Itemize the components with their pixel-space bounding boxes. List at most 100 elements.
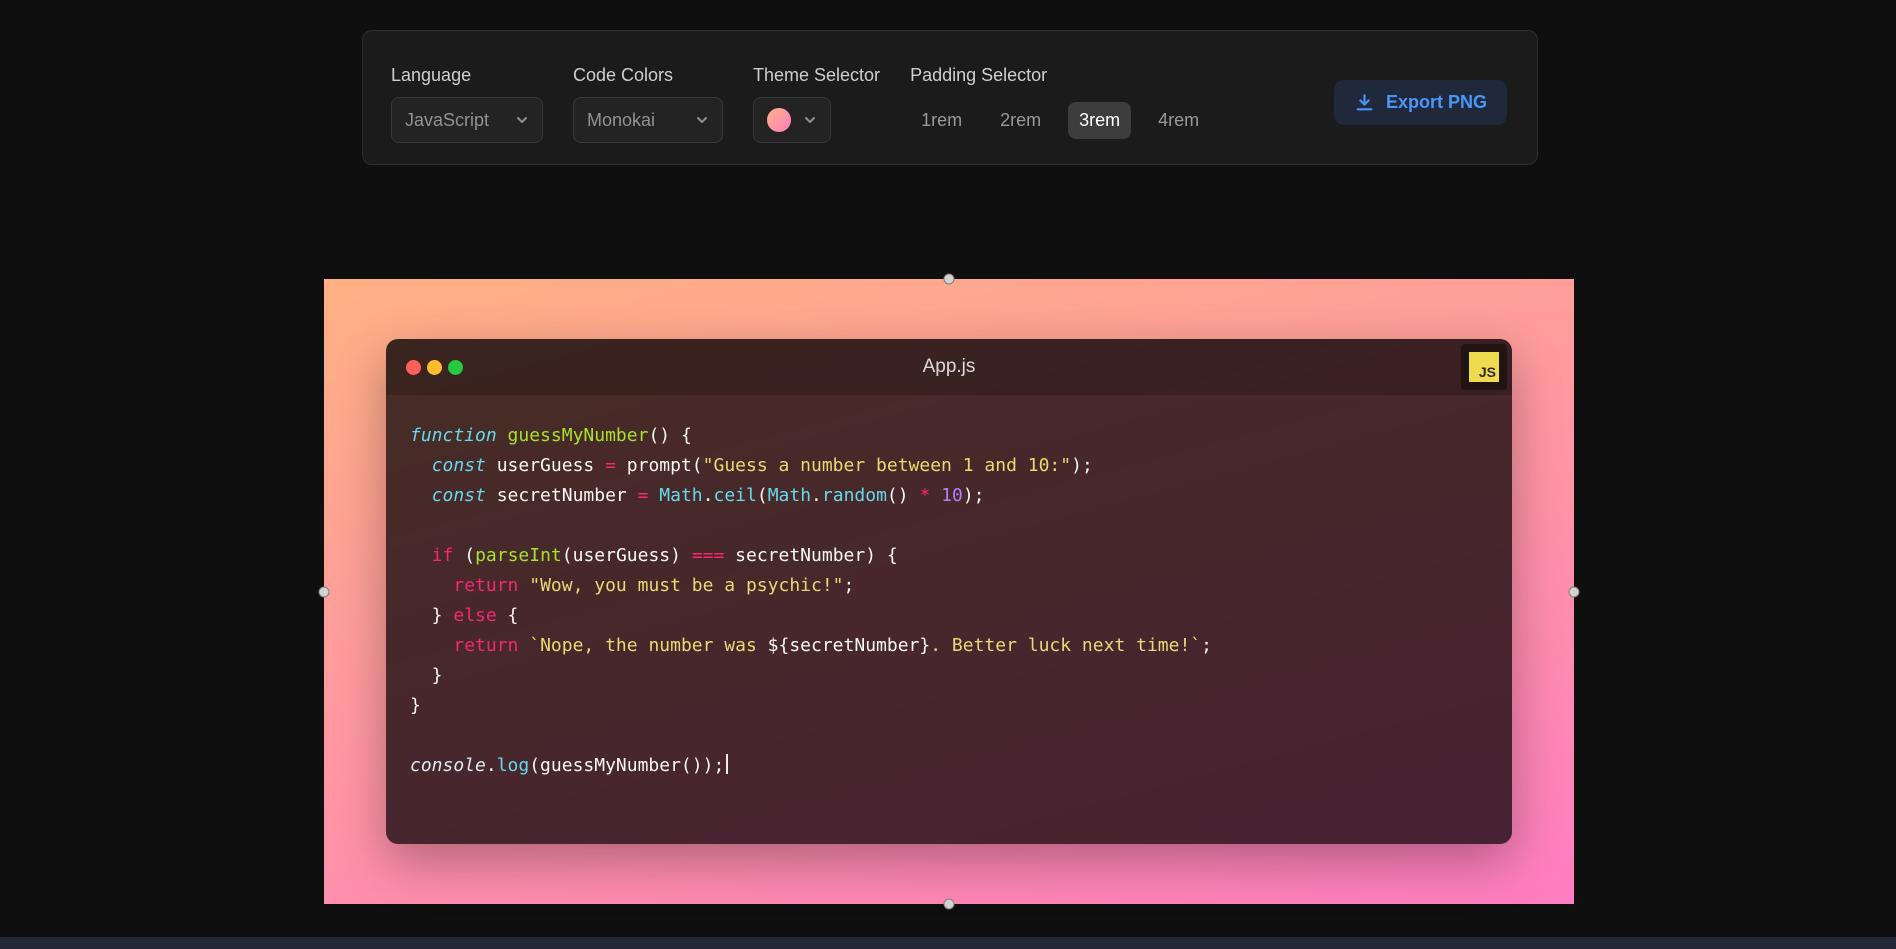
code-token: . [486, 755, 497, 776]
chevron-down-icon [695, 113, 709, 127]
code-token: console [410, 755, 486, 776]
code-token: ); [963, 485, 985, 506]
code-line: const secretNumber = Math.ceil(Math.rand… [410, 481, 1488, 511]
code-token: ; [1201, 635, 1212, 656]
code-token [410, 545, 432, 566]
code-line: console.log(guessMyNumber()); [410, 751, 1488, 781]
code-token: Math [768, 485, 811, 506]
code-token [410, 635, 453, 656]
code-colors-value: Monokai [587, 110, 655, 131]
code-token: { [497, 605, 519, 626]
theme-selector-group: Theme Selector [753, 65, 880, 143]
resize-handle-top[interactable] [944, 274, 955, 285]
code-token [497, 425, 508, 446]
code-line: function guessMyNumber() { [410, 421, 1488, 451]
code-token: "Wow, you must be a psychic!" [529, 575, 843, 596]
code-token: = [605, 455, 616, 476]
code-token: === [692, 545, 725, 566]
code-line [410, 511, 1488, 541]
language-label: Language [391, 65, 543, 86]
code-token [410, 575, 453, 596]
code-token: secretNumber) { [724, 545, 897, 566]
code-token: (guessMyNumber()); [529, 755, 724, 776]
code-token: ); [1071, 455, 1093, 476]
code-token: userGuess [486, 455, 605, 476]
code-token: () { [648, 425, 691, 446]
code-line [410, 721, 1488, 751]
resize-handle-bottom[interactable] [944, 899, 955, 910]
text-cursor [726, 754, 728, 774]
chevron-down-icon [515, 113, 529, 127]
code-token: ceil [713, 485, 756, 506]
code-token: () [887, 485, 920, 506]
code-line: } [410, 691, 1488, 721]
code-token [648, 485, 659, 506]
code-token [930, 485, 941, 506]
code-token [410, 485, 432, 506]
padding-option-1rem[interactable]: 1rem [910, 102, 973, 139]
chevron-down-icon [803, 113, 817, 127]
resize-handle-left[interactable] [319, 587, 330, 598]
code-line: if (parseInt(userGuess) === secretNumber… [410, 541, 1488, 571]
code-colors-group: Code Colors Monokai [573, 65, 723, 143]
code-token: } [410, 695, 421, 716]
language-group: Language JavaScript [391, 65, 543, 143]
traffic-lights [406, 360, 463, 375]
download-icon [1354, 92, 1375, 113]
padding-selector-label: Padding Selector [910, 65, 1210, 86]
code-token: 10 [941, 485, 963, 506]
code-token: function [410, 425, 497, 446]
code-colors-dropdown[interactable]: Monokai [573, 97, 723, 143]
js-logo-icon: JS [1469, 352, 1499, 382]
code-token: const [432, 485, 486, 506]
gradient-canvas[interactable]: App.js JS function guessMyNumber() { con… [324, 279, 1574, 904]
code-token: else [453, 605, 496, 626]
code-token: ( [453, 545, 475, 566]
code-token: return [453, 635, 518, 656]
code-area[interactable]: function guessMyNumber() { const userGue… [386, 395, 1512, 844]
code-token: log [497, 755, 530, 776]
code-token [518, 635, 529, 656]
code-token [518, 575, 529, 596]
theme-selector-label: Theme Selector [753, 65, 880, 86]
theme-gradient-swatch [767, 108, 791, 132]
minimize-light-icon [427, 360, 442, 375]
language-badge: JS [1461, 344, 1507, 390]
code-token: = [638, 485, 649, 506]
code-token: random [822, 485, 887, 506]
code-token: . Better luck next time!` [930, 635, 1201, 656]
close-light-icon [406, 360, 421, 375]
padding-option-4rem[interactable]: 4rem [1147, 102, 1210, 139]
padding-options: 1rem 2rem 3rem 4rem [910, 97, 1210, 143]
window-titlebar: App.js JS [386, 339, 1512, 395]
code-token: } [410, 665, 443, 686]
code-token: const [432, 455, 486, 476]
code-line: return `Nope, the number was ${secretNum… [410, 631, 1488, 661]
code-token: `Nope, the number was [529, 635, 767, 656]
code-token: return [453, 575, 518, 596]
bottom-bar [0, 937, 1896, 949]
file-title[interactable]: App.js [923, 356, 976, 378]
code-token: "Guess a number between 1 and 10:" [703, 455, 1071, 476]
code-token: parseInt [475, 545, 562, 566]
code-token: } [410, 605, 453, 626]
export-png-button[interactable]: Export PNG [1334, 80, 1507, 125]
language-value: JavaScript [405, 110, 489, 131]
code-token: guessMyNumber [508, 425, 649, 446]
padding-option-3rem[interactable]: 3rem [1068, 102, 1131, 139]
padding-option-2rem[interactable]: 2rem [989, 102, 1052, 139]
maximize-light-icon [448, 360, 463, 375]
export-png-label: Export PNG [1386, 92, 1487, 113]
theme-dropdown[interactable] [753, 97, 831, 143]
code-token: . [811, 485, 822, 506]
code-token: secretNumber [486, 485, 638, 506]
code-token [410, 455, 432, 476]
resize-handle-right[interactable] [1569, 587, 1580, 598]
padding-selector-group: Padding Selector 1rem 2rem 3rem 4rem [910, 65, 1210, 143]
code-window: App.js JS function guessMyNumber() { con… [386, 339, 1512, 844]
language-dropdown[interactable]: JavaScript [391, 97, 543, 143]
code-line: } [410, 661, 1488, 691]
code-token: Math [659, 485, 702, 506]
code-token: (userGuess) [562, 545, 692, 566]
code-token: . [703, 485, 714, 506]
